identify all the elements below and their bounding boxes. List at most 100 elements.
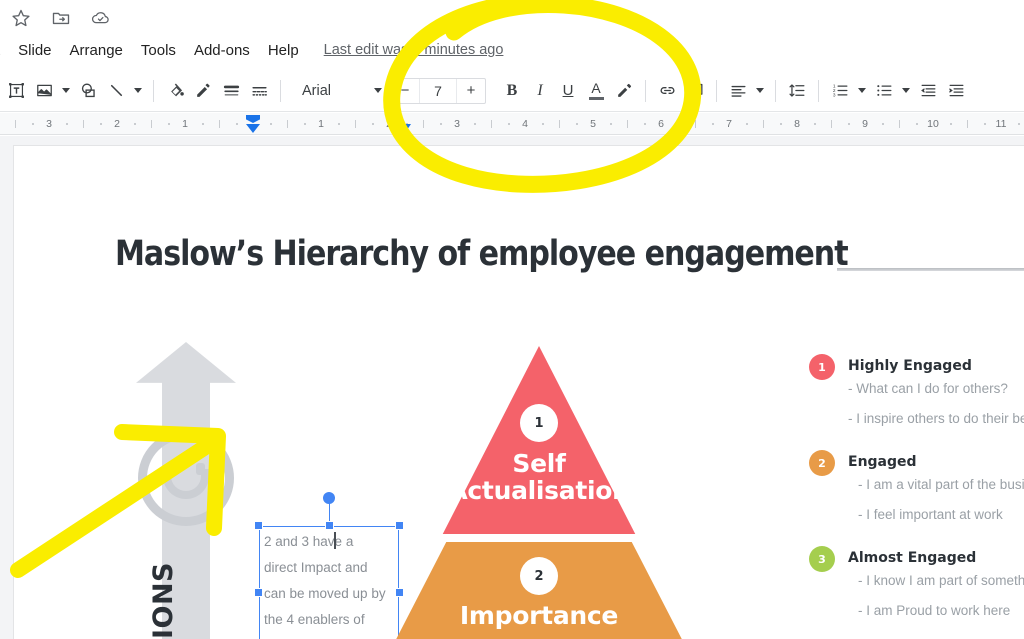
ruler-dot-tick <box>882 123 884 125</box>
cloud-saved-icon[interactable] <box>90 7 112 29</box>
legend-heading: Engaged <box>848 454 917 470</box>
slide-canvas-area[interactable]: Maslow’s Hierarchy of employee engagemen… <box>0 136 1024 639</box>
numbered-list-dropdown-icon[interactable] <box>854 77 870 105</box>
ruler-dot-tick <box>440 123 442 125</box>
pyramid-tier-1-badge: 1 <box>520 404 558 442</box>
line-icon[interactable] <box>102 77 130 105</box>
pyramid-graphic[interactable]: 1 Self Actualisation 2 Importance 3 <box>364 346 714 639</box>
tier-label-line-1: Self <box>512 449 566 478</box>
ruler-dot-tick <box>746 123 748 125</box>
ruler-dot-tick <box>610 123 612 125</box>
ruler-dot-tick <box>508 123 510 125</box>
ruler-minor-tick <box>831 120 832 128</box>
legend-bullet: - What can I do for others? <box>848 381 1008 396</box>
menu-help[interactable]: Help <box>259 40 308 61</box>
align-icon[interactable] <box>724 77 752 105</box>
ruler-minor-tick <box>83 120 84 128</box>
ruler-tick-right-2: 2 <box>386 118 392 130</box>
ruler-dot-tick <box>32 123 34 125</box>
toolbar-divider-5 <box>775 79 776 102</box>
slide-title[interactable]: Maslow’s Hierarchy of employee engagemen… <box>115 234 849 274</box>
ruler-minor-tick <box>287 120 288 128</box>
text-color-button[interactable]: A <box>582 77 610 105</box>
highlight-color-icon[interactable] <box>610 77 638 105</box>
resize-handle-n[interactable] <box>324 521 334 530</box>
menu-slide[interactable]: Slide <box>9 40 60 61</box>
insert-image-dropdown-icon[interactable] <box>58 77 74 105</box>
font-family-select[interactable]: Arial <box>296 83 370 99</box>
ruler-dot-tick <box>474 123 476 125</box>
horizontal-ruler[interactable]: 43211234567891011 <box>0 113 1024 135</box>
ruler-first-line-indent-marker[interactable] <box>246 115 260 123</box>
move-to-folder-icon[interactable] <box>50 7 72 29</box>
arrow-up-icon <box>136 342 236 408</box>
border-dash-icon[interactable] <box>245 77 273 105</box>
italic-button[interactable]: I <box>526 77 554 105</box>
insert-link-icon[interactable] <box>653 77 681 105</box>
ruler-tick-right-8: 8 <box>794 118 800 130</box>
ruler-dot-tick <box>780 123 782 125</box>
ruler-minor-tick <box>491 120 492 128</box>
insert-image-icon[interactable] <box>30 77 58 105</box>
font-size-increase-button[interactable]: + <box>457 79 485 103</box>
legend-item[interactable]: 1 Highly Engaged - What can I do for oth… <box>796 354 1024 434</box>
bulleted-list-dropdown-icon[interactable] <box>898 77 914 105</box>
ruler-tick-right-7: 7 <box>726 118 732 130</box>
border-color-pencil-icon[interactable] <box>189 77 217 105</box>
star-icon[interactable] <box>10 7 32 29</box>
align-dropdown-icon[interactable] <box>752 77 768 105</box>
ruler-minor-tick <box>559 120 560 128</box>
motivations-arrow-graphic[interactable]: MOTIVATIONS <box>136 342 236 639</box>
font-family-dropdown-icon[interactable] <box>370 77 386 105</box>
bold-button[interactable]: B <box>498 77 526 105</box>
legend-item[interactable]: 2 Engaged - I am a vital part of the bus… <box>796 450 1024 530</box>
legend-item[interactable]: 3 Almost Engaged - I know I am part of s… <box>796 546 1024 626</box>
ruler-minor-tick <box>695 120 696 128</box>
ruler-minor-tick <box>967 120 968 128</box>
menu-tools[interactable]: Tools <box>132 40 185 61</box>
ruler-dot-tick <box>168 123 170 125</box>
ruler-dot-tick <box>338 123 340 125</box>
legend-badge-2: 2 <box>809 450 835 476</box>
ruler-dot-tick <box>678 123 680 125</box>
slide[interactable]: Maslow’s Hierarchy of employee engagemen… <box>13 145 1024 639</box>
shape-icon[interactable] <box>74 77 102 105</box>
border-weight-icon[interactable] <box>217 77 245 105</box>
line-dropdown-icon[interactable] <box>130 77 146 105</box>
ruler-left-indent-marker[interactable] <box>246 124 260 133</box>
toolbar-divider-4 <box>716 79 717 102</box>
ruler-dot-tick <box>576 123 578 125</box>
decrease-indent-icon[interactable] <box>914 77 942 105</box>
ruler-dot-tick <box>916 123 918 125</box>
menu-arrange[interactable]: Arrange <box>61 40 132 61</box>
fill-color-icon[interactable] <box>161 77 189 105</box>
legend-bullet: - I am Proud to work here <box>858 603 1011 618</box>
numbered-list-icon[interactable]: 1 2 3 <box>826 77 854 105</box>
font-size-stepper: − 7 + <box>390 77 486 104</box>
menu-addons[interactable]: Add-ons <box>185 40 259 61</box>
ruler-dot-tick <box>542 123 544 125</box>
ruler-tick-right-6: 6 <box>658 118 664 130</box>
underline-button[interactable]: U <box>554 77 582 105</box>
last-edit-status[interactable]: Last edit was 3 minutes ago <box>324 42 504 58</box>
toolbar-divider-2 <box>280 79 281 102</box>
increase-indent-icon[interactable] <box>942 77 970 105</box>
font-size-decrease-button[interactable]: − <box>391 79 419 103</box>
bulleted-list-icon[interactable] <box>870 77 898 105</box>
ruler-dot-tick <box>304 123 306 125</box>
legend-heading: Highly Engaged <box>848 358 972 374</box>
ruler-right-indent-marker[interactable] <box>400 124 411 132</box>
formatting-toolbar: Arial − 7 + B I U A 1 2 3 <box>0 70 1024 112</box>
font-size-input[interactable]: 7 <box>419 78 457 103</box>
resize-handle-w[interactable] <box>254 588 263 597</box>
text-box-icon[interactable] <box>2 77 30 105</box>
menu-insert[interactable]: t <box>0 40 9 61</box>
line-spacing-icon[interactable] <box>783 77 811 105</box>
legend-bullet: - I inspire others to do their best <box>848 411 1024 426</box>
tier-label-line-2: Actualisation <box>448 476 630 505</box>
rotation-handle[interactable] <box>323 492 335 504</box>
smiley-mouth <box>163 469 209 499</box>
insert-comment-icon[interactable] <box>681 77 709 105</box>
ruler-minor-tick <box>219 120 220 128</box>
resize-handle-nw[interactable] <box>254 521 263 530</box>
